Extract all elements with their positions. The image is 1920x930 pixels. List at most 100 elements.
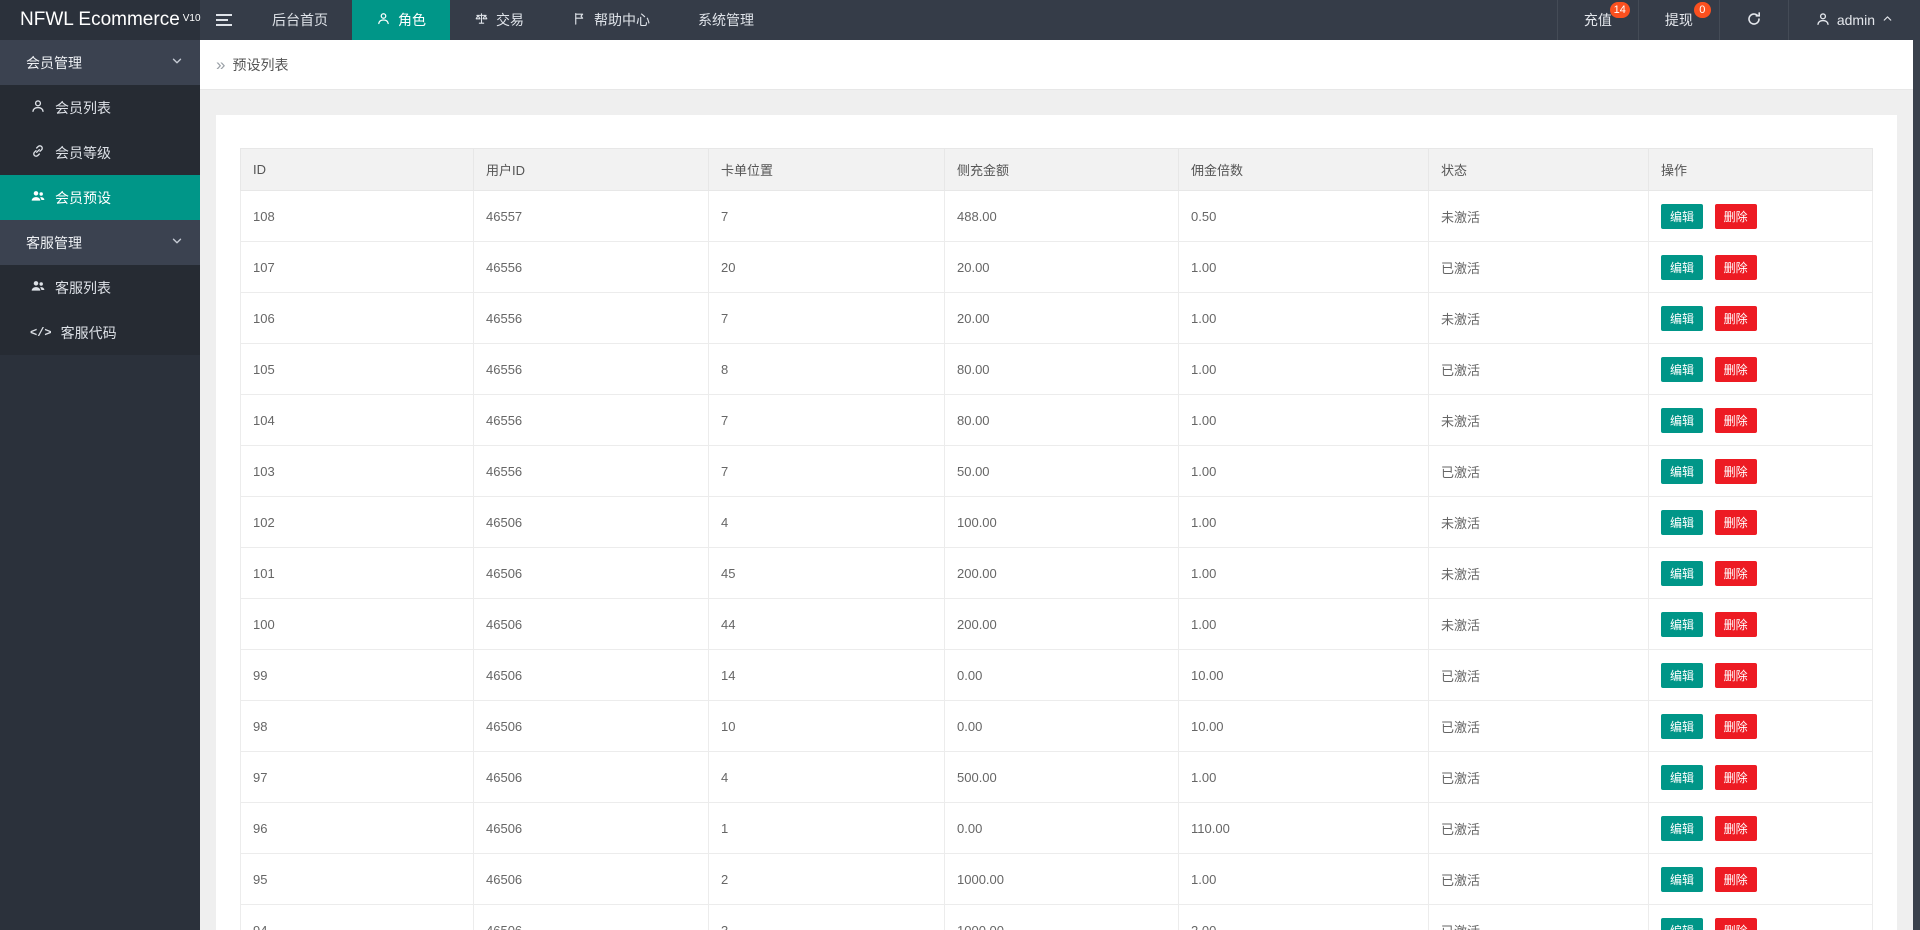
table-row: 99 46506 14 0.00 10.00 已激活 编辑 删除 bbox=[240, 649, 1873, 701]
edit-button[interactable]: 编辑 bbox=[1661, 815, 1704, 841]
delete-button[interactable]: 删除 bbox=[1714, 917, 1757, 930]
recharge-button[interactable]: 充值 14 bbox=[1556, 0, 1638, 40]
cell-amount: 100.00 bbox=[944, 496, 1179, 548]
cell-multiplier: 10.00 bbox=[1178, 700, 1429, 752]
edit-button[interactable]: 编辑 bbox=[1661, 356, 1704, 382]
table-row: 101 46506 45 200.00 1.00 未激活 编辑 删除 bbox=[240, 547, 1873, 599]
cell-position: 14 bbox=[708, 649, 945, 701]
cell-position: 2 bbox=[708, 853, 945, 905]
cell-multiplier: 10.00 bbox=[1178, 649, 1429, 701]
cell-user-id: 46557 bbox=[473, 190, 709, 242]
table-body: 108 46557 7 488.00 0.50 未激活 编辑 删除 107 46… bbox=[240, 190, 1873, 930]
cell-actions: 编辑 删除 bbox=[1648, 496, 1873, 548]
cell-position: 10 bbox=[708, 700, 945, 752]
sidebar-item-label: 会员预设 bbox=[55, 189, 111, 206]
delete-button[interactable]: 删除 bbox=[1714, 713, 1757, 739]
table-row: 105 46556 8 80.00 1.00 已激活 编辑 删除 bbox=[240, 343, 1873, 395]
cell-amount: 20.00 bbox=[944, 241, 1179, 293]
nav-label: 角色 bbox=[398, 12, 426, 28]
edit-button[interactable]: 编辑 bbox=[1661, 203, 1704, 229]
cell-id: 103 bbox=[240, 445, 474, 497]
edit-button[interactable]: 编辑 bbox=[1661, 866, 1704, 892]
delete-button[interactable]: 删除 bbox=[1714, 764, 1757, 790]
table-row: 94 46506 3 1000.00 2.00 已激活 编辑 删除 bbox=[240, 904, 1873, 930]
sidebar-toggle-icon[interactable] bbox=[200, 0, 248, 40]
cell-position: 20 bbox=[708, 241, 945, 293]
sidebar-item-service-list[interactable]: 客服列表 bbox=[0, 265, 200, 310]
edit-button[interactable]: 编辑 bbox=[1661, 917, 1704, 930]
cell-user-id: 46556 bbox=[473, 241, 709, 293]
cell-amount: 0.00 bbox=[944, 802, 1179, 854]
cell-actions: 编辑 删除 bbox=[1648, 904, 1873, 930]
delete-button[interactable]: 删除 bbox=[1714, 662, 1757, 688]
col-header-user-id: 用户ID bbox=[473, 148, 709, 191]
delete-button[interactable]: 删除 bbox=[1714, 866, 1757, 892]
table-row: 106 46556 7 20.00 1.00 未激活 编辑 删除 bbox=[240, 292, 1873, 344]
edit-button[interactable]: 编辑 bbox=[1661, 509, 1704, 535]
cell-status: 已激活 bbox=[1428, 700, 1649, 752]
delete-button[interactable]: 删除 bbox=[1714, 611, 1757, 637]
nav-item-system-admin[interactable]: 系统管理 bbox=[674, 0, 778, 40]
cell-user-id: 46506 bbox=[473, 598, 709, 650]
delete-button[interactable]: 删除 bbox=[1714, 203, 1757, 229]
cell-multiplier: 1.00 bbox=[1178, 445, 1429, 497]
delete-button[interactable]: 删除 bbox=[1714, 254, 1757, 280]
delete-button[interactable]: 删除 bbox=[1714, 560, 1757, 586]
edit-button[interactable]: 编辑 bbox=[1661, 407, 1704, 433]
cell-user-id: 46506 bbox=[473, 496, 709, 548]
cell-amount: 1000.00 bbox=[944, 904, 1179, 930]
edit-button[interactable]: 编辑 bbox=[1661, 713, 1704, 739]
cell-amount: 50.00 bbox=[944, 445, 1179, 497]
edit-button[interactable]: 编辑 bbox=[1661, 458, 1704, 484]
edit-button[interactable]: 编辑 bbox=[1661, 305, 1704, 331]
nav-label: 帮助中心 bbox=[594, 12, 650, 28]
cell-position: 8 bbox=[708, 343, 945, 395]
sidebar-group-member-management[interactable]: 会员管理 bbox=[0, 40, 200, 85]
nav-item-dashboard[interactable]: 后台首页 bbox=[248, 0, 352, 40]
table-row: 107 46556 20 20.00 1.00 已激活 编辑 删除 bbox=[240, 241, 1873, 293]
edit-button[interactable]: 编辑 bbox=[1661, 662, 1704, 688]
admin-menu[interactable]: admin bbox=[1787, 0, 1920, 40]
sidebar-item-label: 客服代码 bbox=[60, 324, 117, 341]
sidebar-item-member-preset[interactable]: 会员预设 bbox=[0, 175, 200, 220]
delete-button[interactable]: 删除 bbox=[1714, 305, 1757, 331]
sidebar-group-service-management[interactable]: 客服管理 bbox=[0, 220, 200, 265]
sidebar-item-label: 会员列表 bbox=[55, 99, 111, 116]
sidebar-item-member-level[interactable]: 会员等级 bbox=[0, 130, 200, 175]
delete-button[interactable]: 删除 bbox=[1714, 815, 1757, 841]
user-icon bbox=[30, 98, 46, 117]
nav-item-help-center[interactable]: 帮助中心 bbox=[548, 0, 674, 40]
sidebar-item-member-list[interactable]: 会员列表 bbox=[0, 85, 200, 130]
delete-button[interactable]: 删除 bbox=[1714, 458, 1757, 484]
cell-id: 108 bbox=[240, 190, 474, 242]
refresh-button[interactable] bbox=[1718, 0, 1788, 40]
scales-icon bbox=[474, 11, 489, 29]
sidebar-item-service-code[interactable]: </> 客服代码 bbox=[0, 310, 200, 355]
delete-button[interactable]: 删除 bbox=[1714, 509, 1757, 535]
refresh-icon bbox=[1746, 11, 1762, 30]
cell-id: 106 bbox=[240, 292, 474, 344]
nav-label: 系统管理 bbox=[698, 12, 754, 28]
double-chevron-icon: » bbox=[216, 54, 226, 74]
edit-button[interactable]: 编辑 bbox=[1661, 254, 1704, 280]
cell-amount: 500.00 bbox=[944, 751, 1179, 803]
withdraw-button[interactable]: 提现 0 bbox=[1637, 0, 1719, 40]
cell-position: 4 bbox=[708, 496, 945, 548]
cell-actions: 编辑 删除 bbox=[1648, 802, 1873, 854]
delete-button[interactable]: 删除 bbox=[1714, 356, 1757, 382]
edit-button[interactable]: 编辑 bbox=[1661, 560, 1704, 586]
chevron-up-icon bbox=[1881, 12, 1894, 28]
edit-button[interactable]: 编辑 bbox=[1661, 611, 1704, 637]
cell-multiplier: 1.00 bbox=[1178, 292, 1429, 344]
cell-position: 3 bbox=[708, 904, 945, 930]
delete-button[interactable]: 删除 bbox=[1714, 407, 1757, 433]
cell-multiplier: 2.00 bbox=[1178, 904, 1429, 930]
cell-status: 未激活 bbox=[1428, 496, 1649, 548]
main-content: » 预设列表 ID 用户ID 卡单位置 侧充金额 佣金倍数 状态 操作 108 … bbox=[200, 40, 1913, 930]
vertical-scrollbar[interactable] bbox=[1913, 40, 1920, 930]
cell-user-id: 46506 bbox=[473, 904, 709, 930]
nav-item-trade[interactable]: 交易 bbox=[450, 0, 548, 40]
edit-button[interactable]: 编辑 bbox=[1661, 764, 1704, 790]
sidebar: 会员管理 会员列表 会员等级 会员预设 客服管理 客服列表 </> 客服代码 bbox=[0, 40, 200, 930]
nav-item-roles[interactable]: 角色 bbox=[352, 0, 450, 40]
